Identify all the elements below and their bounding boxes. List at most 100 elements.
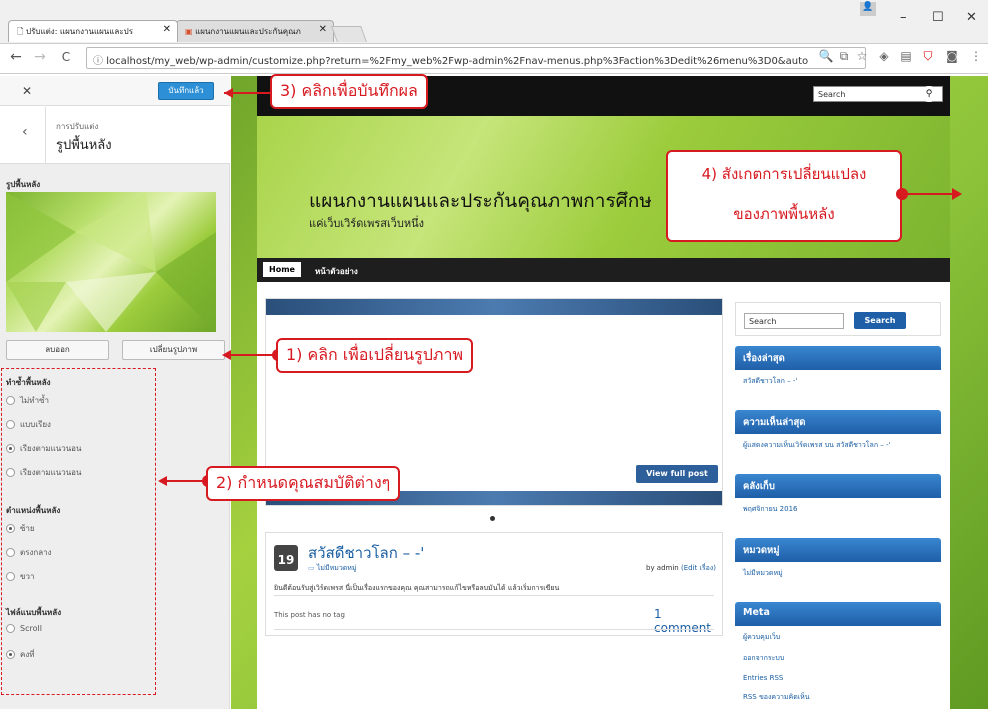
close-tab-icon[interactable]: ✕ xyxy=(319,24,327,35)
tab-customizer[interactable]: 🗋 ปรับแต่ง: แผนกงานแผนและปร ✕ xyxy=(8,20,178,42)
option-label: แบบเรียง xyxy=(20,420,51,429)
attachment-option[interactable]: คงที่ xyxy=(6,648,35,661)
repeat-option[interactable]: ไม่ทำซ้ำ xyxy=(6,394,49,407)
sidebar-search-input[interactable]: Search xyxy=(744,313,844,329)
position-option[interactable]: ขวา xyxy=(6,570,34,583)
close-customizer-icon[interactable]: ✕ xyxy=(22,84,32,98)
radio-button[interactable] xyxy=(6,572,15,581)
option-label: ซ้าย xyxy=(20,524,35,533)
slider-dot[interactable] xyxy=(490,516,495,521)
maximize-icon[interactable]: ☐ xyxy=(932,10,944,25)
change-image-button[interactable]: เปลี่ยนรูปภาพ xyxy=(122,340,225,360)
post-comments-link[interactable]: 1 comment xyxy=(654,607,722,635)
annotation-observe: 4) สังเกตการเปลี่ยนแปลง ของภาพพื้นหลัง xyxy=(666,150,902,242)
translate-icon[interactable]: ⧉ xyxy=(836,49,852,64)
back-icon[interactable]: ← xyxy=(8,49,24,65)
widget-categories: หมวดหมู่ ไม่มีหมวดหมู่ xyxy=(735,538,941,592)
url-input[interactable]: ⓘ localhost/my_web/wp-admin/customize.ph… xyxy=(86,47,866,69)
radio-button[interactable] xyxy=(6,650,15,659)
option-label: ขวา xyxy=(20,572,35,581)
site-nav: Home หน้าตัวอย่าง xyxy=(257,258,950,282)
widget-link[interactable]: Entries RSS xyxy=(743,674,933,682)
new-tab-button[interactable] xyxy=(331,26,367,42)
close-tab-icon[interactable]: ✕ xyxy=(163,24,171,35)
zoom-icon[interactable]: 🔍 xyxy=(818,49,834,63)
position-option[interactable]: ตรงกลาง xyxy=(6,546,52,559)
pdf-icon[interactable]: ⛉ xyxy=(920,49,936,64)
attachment-option[interactable]: Scroll xyxy=(6,624,42,633)
nav-home[interactable]: Home xyxy=(263,262,301,277)
bookmark-star-icon[interactable]: ☆ xyxy=(854,49,870,63)
site-title[interactable]: แผนกงานแผนและประกันคุณภาพการศึกษ xyxy=(309,186,709,216)
widget-link[interactable]: พฤศจิกายน 2016 xyxy=(743,504,933,515)
annotation-line-1: 4) สังเกตการเปลี่ยนแปลง xyxy=(701,165,867,183)
option-label: เรียงตามแนวนอน xyxy=(20,468,82,477)
repeat-group-title: ทำซ้ำพื้นหลัง xyxy=(6,378,51,387)
back-chevron-icon[interactable]: ‹ xyxy=(22,124,28,140)
search-placeholder: Search xyxy=(749,317,777,326)
reload-icon[interactable]: C xyxy=(58,50,74,64)
radio-button[interactable] xyxy=(6,548,15,557)
radio-button[interactable] xyxy=(6,524,15,533)
customizer-header: ✕ บันทึกแล้ว xyxy=(0,76,230,106)
remove-image-button[interactable]: ลบออก xyxy=(6,340,109,360)
repeat-option[interactable]: แบบเรียง xyxy=(6,418,51,431)
divider xyxy=(274,595,714,596)
category-label: ไม่มีหมวดหมู่ xyxy=(316,564,357,572)
camera-icon[interactable]: ◙ xyxy=(944,49,960,63)
section-title: รูปพื้นหลัง xyxy=(56,138,112,153)
widget-link[interactable]: สวัสดีชาวโลก – -' xyxy=(743,376,933,387)
tab-label: แผนกงานแผนและประกันคุณภ xyxy=(195,27,301,36)
search-icon[interactable]: ⚲ xyxy=(921,86,937,102)
divider xyxy=(274,629,714,630)
save-button[interactable]: บันทึกแล้ว xyxy=(158,82,214,100)
profile-icon[interactable]: 👤 xyxy=(860,2,876,16)
widget-link[interactable]: ออกจากระบบ xyxy=(743,653,933,664)
radio-button[interactable] xyxy=(6,420,15,429)
widget-recent-posts: เรื่องล่าสุด สวัสดีชาวโลก – -' xyxy=(735,346,941,400)
option-label: ไม่ทำซ้ำ xyxy=(20,396,49,405)
option-label: ตรงกลาง xyxy=(20,548,52,557)
tab-label: ปรับแต่ง: แผนกงานแผนและปร xyxy=(25,27,133,36)
post-title[interactable]: สวัสดีชาวโลก – -' xyxy=(308,541,424,565)
browser-tab-bar: 🗋 ปรับแต่ง: แผนกงานแผนและปร ✕ ▣ แผนกงานแ… xyxy=(0,0,988,44)
widget-body: ไม่มีหมวดหมู่ xyxy=(735,562,941,592)
radio-button[interactable] xyxy=(6,396,15,405)
section-header: ‹ การปรับแต่ง รูปพื้นหลัง xyxy=(0,106,230,164)
forward-icon[interactable]: → xyxy=(32,49,48,65)
widget-body: ผู้ควบคุมเว็บ ออกจากระบบ Entries RSS RSS… xyxy=(735,626,941,710)
position-option[interactable]: ซ้าย xyxy=(6,522,35,535)
menu-dots-icon[interactable]: ⋮ xyxy=(968,49,984,63)
arrowhead-icon xyxy=(952,188,962,200)
radio-button[interactable] xyxy=(6,624,15,633)
annotation-save: 3) คลิกเพื่อบันทึกผล xyxy=(270,74,428,109)
widget-title: ความเห็นล่าสุด xyxy=(735,410,941,434)
annotation-line xyxy=(902,193,954,195)
author-link[interactable]: by admin xyxy=(646,564,679,572)
post-tags: This post has no tag xyxy=(274,611,345,619)
radio-button[interactable] xyxy=(6,468,15,477)
edit-link[interactable]: (Edit เรื่อง) xyxy=(681,564,716,572)
widget-link[interactable]: ผู้ควบคุมเว็บ xyxy=(743,632,933,643)
widget-link[interactable]: RSS ของความคิดเห็น xyxy=(743,692,933,703)
repeat-option[interactable]: เรียงตามแนวนอน xyxy=(6,442,81,455)
sidebar-search-button[interactable]: Search xyxy=(854,312,906,329)
widget-link[interactable]: ผู้แสดงความเห็นเวิร์ดเพรส บน สวัสดีชาวโล… xyxy=(743,440,933,451)
view-full-post-button[interactable]: View full post xyxy=(636,465,718,483)
radio-button[interactable] xyxy=(6,444,15,453)
tab-site[interactable]: ▣ แผนกงานแผนและประกันคุณภ ✕ xyxy=(176,20,334,42)
divider xyxy=(45,107,46,163)
widget-link[interactable]: ไม่มีหมวดหมู่ xyxy=(743,568,933,579)
extension-icon[interactable]: ▤ xyxy=(898,49,914,63)
nav-sample-page[interactable]: หน้าตัวอย่าง xyxy=(309,262,364,281)
customizer-panel: ✕ บันทึกแล้ว ‹ การปรับแต่ง รูปพื้นหลัง ร… xyxy=(0,76,230,709)
address-bar: ← → C ⓘ localhost/my_web/wp-admin/custom… xyxy=(0,44,988,74)
widget-meta: Meta ผู้ควบคุมเว็บ ออกจากระบบ Entries RS… xyxy=(735,602,941,710)
widget-recent-comments: ความเห็นล่าสุด ผู้แสดงความเห็นเวิร์ดเพรส… xyxy=(735,410,941,464)
repeat-option[interactable]: เรียงตามแนวนอน xyxy=(6,466,81,479)
minimize-icon[interactable]: – xyxy=(900,10,907,25)
extension-icon[interactable]: ◈ xyxy=(876,49,892,63)
post-category[interactable]: ▭ ไม่มีหมวดหมู่ xyxy=(308,563,357,574)
thumbnail-pattern xyxy=(6,192,216,332)
close-window-icon[interactable]: ✕ xyxy=(966,10,977,25)
